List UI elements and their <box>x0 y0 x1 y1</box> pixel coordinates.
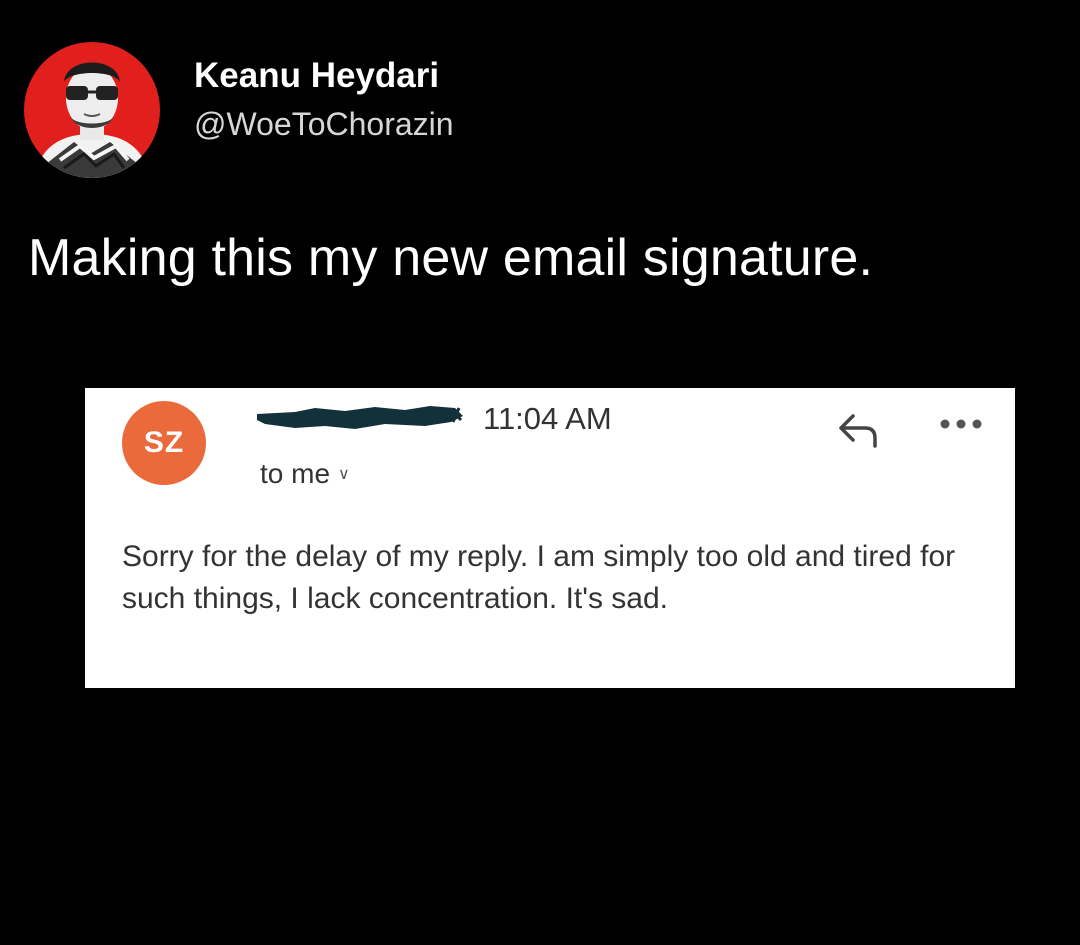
recipient-line[interactable]: to me ∨ <box>260 458 350 490</box>
profile-avatar[interactable] <box>24 42 160 178</box>
tweet-author: Keanu Heydari @WoeToChorazin <box>194 56 454 143</box>
recipient-label: to me <box>260 458 331 489</box>
email-body: Sorry for the delay of my reply. I am si… <box>122 540 956 615</box>
author-handle[interactable]: @WoeToChorazin <box>194 106 454 143</box>
redacted-sender-name <box>257 406 463 429</box>
email-time: 11:04 AM <box>483 401 612 436</box>
sender-avatar: SZ <box>122 401 206 485</box>
chevron-down-icon[interactable]: ∨ <box>338 466 350 483</box>
tweet-text: Making this my new email signature. <box>28 229 874 287</box>
profile-portrait-image <box>34 62 150 178</box>
author-name[interactable]: Keanu Heydari <box>194 56 454 96</box>
sender-initials: SZ <box>143 426 185 459</box>
tweet-header <box>24 42 160 178</box>
email-screenshot: SZ 11:04 AM to me ∨ Sorry for the delay o… <box>85 388 1015 688</box>
reply-arrow-icon[interactable] <box>837 412 881 448</box>
more-dots-icon[interactable] <box>937 414 987 434</box>
